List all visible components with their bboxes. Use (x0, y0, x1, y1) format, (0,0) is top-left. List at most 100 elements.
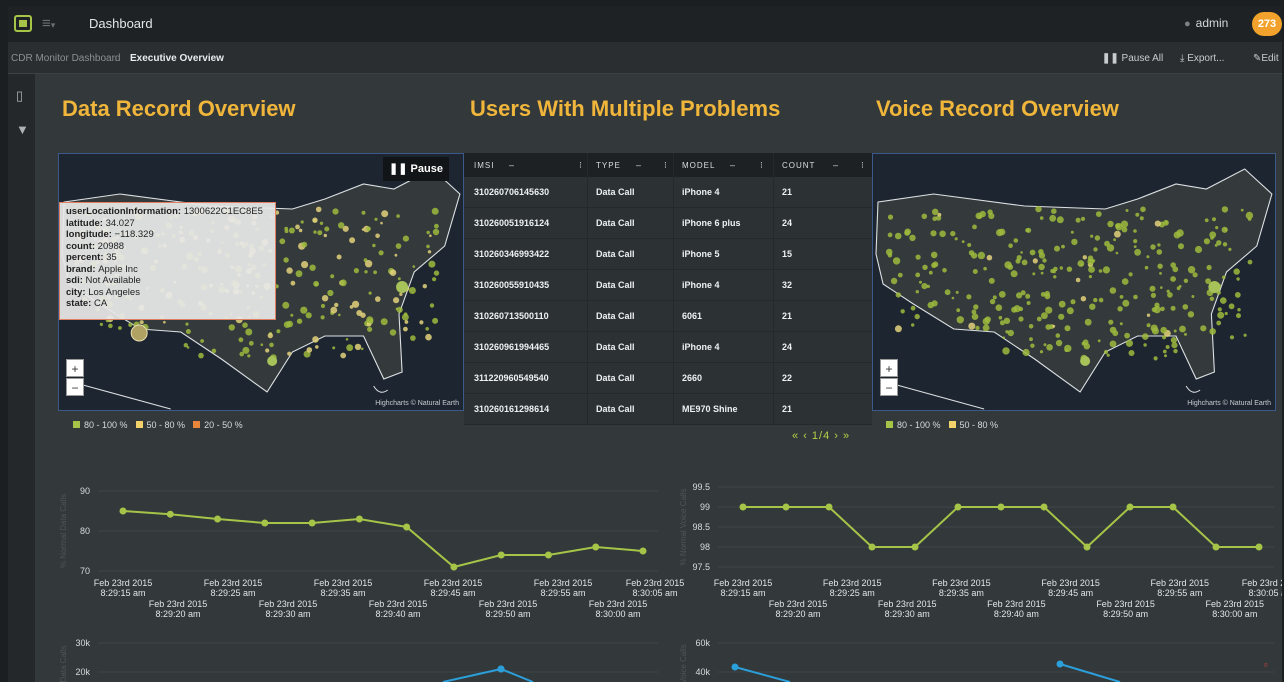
map-point (919, 280, 922, 284)
table-row[interactable]: 310260161298614 Data Call ME970 Shine 21 (464, 394, 872, 425)
tooltip-line: sdi: Not Available (66, 275, 141, 286)
map-point (1080, 356, 1091, 366)
table-row[interactable]: 310260346993422 Data Call iPhone 5 15 (464, 239, 872, 270)
map-point (1217, 311, 1225, 319)
map-point (380, 318, 388, 326)
map-point (366, 316, 374, 324)
sort-icon[interactable]: – (636, 160, 641, 170)
sort-icon[interactable]: – (730, 160, 735, 170)
app-logo[interactable] (14, 15, 32, 32)
column-menu-icon[interactable]: ⁝ (579, 160, 582, 171)
legend-item[interactable]: 50 - 80 % (948, 420, 998, 430)
map-point (1240, 208, 1244, 212)
voice-map-legend: 80 - 100 % 50 - 80 % (886, 420, 1006, 430)
map-point (951, 296, 955, 300)
map-point (1228, 247, 1232, 251)
map-point (1032, 272, 1036, 276)
x-tick-time: 8:29:30 am (265, 609, 310, 619)
table-cell: 310260706145630 (474, 187, 550, 197)
y-tick-label: 90 (80, 486, 90, 496)
zoom-in-button[interactable]: + (66, 359, 84, 377)
legend-label: 20 - 50 % (204, 420, 243, 430)
notification-badge[interactable]: 273 (1252, 12, 1282, 36)
column-header-imsi[interactable]: IMSI (474, 161, 494, 170)
voice-record-map[interactable]: + − Highcharts © Natural Earth (872, 153, 1276, 411)
map-point (992, 295, 997, 300)
map-point (198, 352, 204, 359)
document-icon[interactable]: ▯ (16, 88, 23, 104)
map-point (1216, 320, 1222, 326)
map-point (1144, 265, 1149, 270)
edit-button[interactable]: ✎Edit (1253, 53, 1279, 64)
map-point (1149, 285, 1156, 292)
legend-item[interactable]: 80 - 100 % (73, 420, 128, 430)
column-menu-icon[interactable]: ⁝ (664, 160, 667, 171)
legend-item[interactable]: 50 - 80 % (135, 420, 185, 430)
map-point (928, 270, 933, 275)
table-row[interactable]: 310260706145630 Data Call iPhone 4 21 (464, 177, 872, 208)
user-menu[interactable]: ● admin (1184, 16, 1228, 30)
map-point (1237, 308, 1241, 312)
map-point (1002, 336, 1005, 339)
map-point (1160, 326, 1167, 334)
map-point (1133, 294, 1138, 300)
column-header-type[interactable]: TYPE (596, 161, 621, 170)
sort-icon[interactable]: – (833, 160, 838, 170)
data-point (119, 507, 127, 515)
map-point (1038, 263, 1045, 271)
table-row[interactable]: 310260713500110 Data Call 6061 21 (464, 301, 872, 332)
table-row[interactable]: 310260961994465 Data Call iPhone 4 24 (464, 332, 872, 363)
map-point (937, 212, 942, 217)
map-point (1179, 325, 1186, 333)
legend-item[interactable]: 20 - 50 % (193, 420, 243, 430)
filter-icon[interactable]: ▼ (16, 122, 29, 137)
column-header-model[interactable]: MODEL (682, 161, 715, 170)
x-tick-date: Feb 23rd 2015 (1096, 599, 1155, 609)
zoom-out-button[interactable]: − (66, 378, 84, 396)
hamburger-menu-icon[interactable]: ≡▾ (42, 15, 55, 32)
legend-label: 80 - 100 % (897, 420, 941, 430)
table-cell: 32 (782, 280, 793, 290)
y-axis-label: Voice Calls (679, 644, 688, 682)
pause-all-button[interactable]: ❚❚ Pause All (1102, 53, 1163, 64)
map-point (1173, 231, 1181, 239)
map-point (931, 208, 939, 216)
data-point (592, 543, 600, 551)
zoom-out-button[interactable]: − (880, 378, 898, 396)
map-point (1121, 278, 1129, 285)
map-credit[interactable]: Highcharts © Natural Earth (375, 400, 459, 407)
map-credit[interactable]: Highcharts © Natural Earth (1187, 400, 1271, 407)
legend-item[interactable]: 80 - 100 % (886, 420, 941, 430)
data-point (308, 519, 316, 527)
sort-icon[interactable]: – (509, 160, 514, 170)
breadcrumb-root[interactable]: CDR Monitor Dashboard (11, 53, 121, 64)
table-row[interactable]: 310260055910435 Data Call iPhone 4 32 (464, 270, 872, 301)
column-menu-icon[interactable]: ⁝ (760, 160, 763, 171)
column-header-count[interactable]: COUNT (782, 161, 815, 170)
x-tick-time: 8:29:55 am (540, 588, 585, 598)
zoom-in-button[interactable]: + (880, 359, 898, 377)
x-tick-date: Feb 23rd 2015 (987, 599, 1046, 609)
map-pause-button[interactable]: ❚❚ Pause (383, 157, 449, 181)
export-button[interactable]: ⤓ Export... (1180, 53, 1224, 64)
map-point (340, 352, 347, 359)
table-row[interactable]: 311220960549540 Data Call 2660 22 (464, 363, 872, 394)
table-row[interactable]: 310260051916124 Data Call iPhone 6 plus 24 (464, 208, 872, 239)
user-icon: ● (1184, 18, 1191, 30)
data-record-map[interactable]: ❚❚ Pause + − Highcharts © Natural Earth … (58, 153, 464, 411)
map-point (1070, 299, 1076, 305)
table-pager[interactable]: « ‹ 1/4 › » (792, 430, 850, 442)
data-point (166, 510, 174, 518)
map-point (260, 343, 264, 346)
map-point (389, 269, 397, 276)
map-point (1128, 272, 1133, 277)
x-tick-date: Feb 23rd 2015 (534, 578, 593, 588)
map-point (338, 313, 341, 317)
map-point (995, 304, 1003, 311)
map-point (1176, 286, 1181, 291)
map-point (1039, 350, 1044, 354)
column-menu-icon[interactable]: ⁝ (861, 160, 864, 171)
map-point (1157, 263, 1163, 269)
map-point (345, 338, 349, 341)
column-divider (673, 153, 674, 425)
